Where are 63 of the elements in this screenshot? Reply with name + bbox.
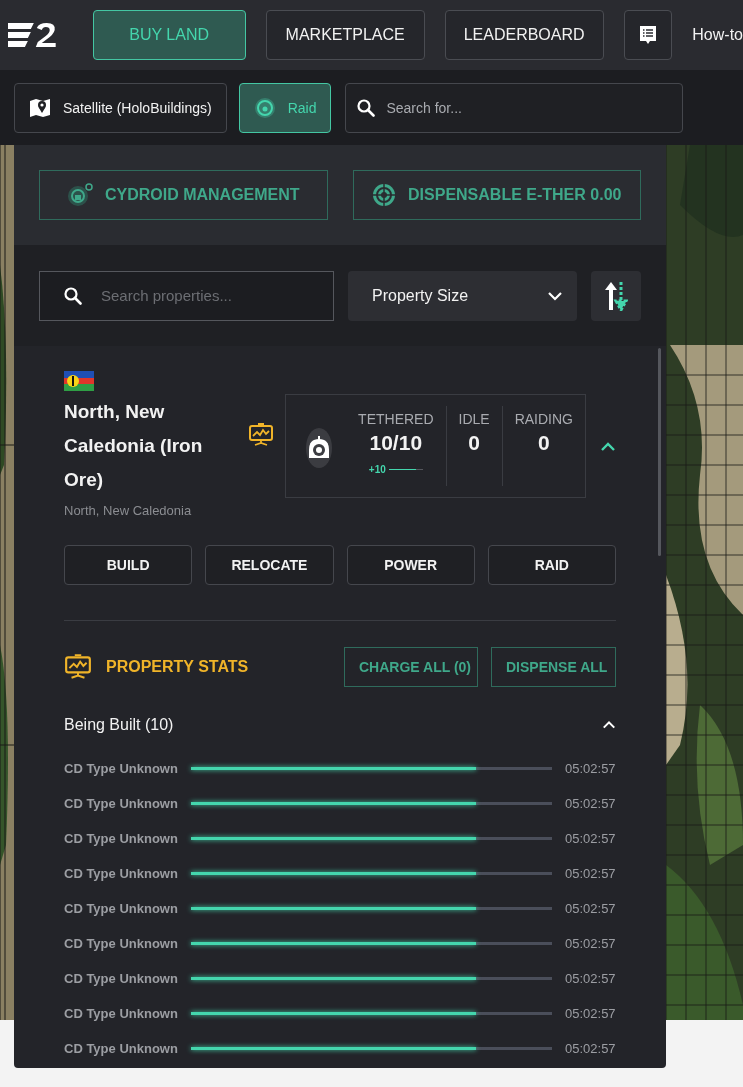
item-name: CD Type Unknown	[64, 971, 179, 986]
sort-arrows-icon	[604, 280, 629, 311]
time-remaining: 05:02:57	[565, 1041, 616, 1056]
search-field[interactable]: Search properties...	[39, 270, 334, 321]
time-remaining: 05:02:57	[565, 971, 616, 986]
stat-value: 10/10	[369, 431, 423, 455]
search-icon	[357, 98, 376, 117]
chevron-icon	[602, 719, 616, 731]
property-action-button[interactable]: RELOCATE	[205, 545, 334, 585]
item-name: CD Type Unknown	[64, 866, 179, 881]
time-remaining: 05:02:57	[565, 936, 616, 951]
property-action-button[interactable]: RAID	[487, 545, 616, 585]
document-button[interactable]	[623, 10, 673, 60]
sort-dropdown[interactable]: Property Size	[348, 270, 578, 321]
item-name: CD Type Unknown	[64, 936, 179, 951]
action-button[interactable]: DISPENSABLE E-THER 0.00	[352, 170, 641, 220]
time-remaining: 05:02:57	[565, 761, 616, 776]
time-remaining: 05:02:57	[565, 1006, 616, 1021]
raid-button[interactable]: Raid	[238, 82, 332, 133]
action-button[interactable]: CYDROID MANAGEMENT	[39, 170, 328, 220]
property-action-button[interactable]: BUILD	[64, 545, 193, 585]
search-field[interactable]: Search for...	[345, 82, 684, 133]
stats-action-button[interactable]: CHARGE ALL (0)	[344, 647, 478, 687]
property-location: North, New Caledonia	[64, 503, 193, 518]
flag-icon	[64, 371, 94, 391]
chart-icon	[64, 654, 92, 680]
item-name: CD Type Unknown	[64, 901, 179, 916]
stat-change: +10	[368, 464, 386, 475]
collapse-button[interactable]	[602, 719, 616, 731]
nav-tab[interactable]: BUY LAND	[92, 10, 246, 60]
target-icon	[372, 183, 397, 207]
item-name: CD Type Unknown	[64, 761, 179, 776]
chart-icon	[248, 423, 274, 447]
nav-tab[interactable]: MARKETPLACE	[265, 10, 425, 60]
stats-action-button[interactable]: DISPENSE ALL	[491, 647, 616, 687]
map-layer-button[interactable]: Satellite (HoloBuildings)	[14, 82, 227, 133]
logo-icon[interactable]	[8, 21, 57, 49]
document-icon	[638, 25, 657, 45]
chevron-down-icon	[547, 290, 564, 301]
stat-value: 0	[468, 431, 480, 455]
item-name: CD Type Unknown	[64, 831, 179, 846]
stat-value: 0	[538, 431, 550, 455]
chevron-icon	[600, 441, 616, 453]
item-name: CD Type Unknown	[64, 1006, 179, 1021]
sort-order-button[interactable]	[591, 270, 641, 321]
item-name: CD Type Unknown	[64, 796, 179, 811]
time-remaining: 05:02:57	[565, 901, 616, 916]
how-to-link[interactable]: How-to	[692, 26, 743, 44]
property-title: North, New Caledonia (Iron Ore)	[64, 400, 204, 492]
item-name: CD Type Unknown	[64, 1041, 179, 1056]
collapse-button[interactable]	[600, 441, 616, 453]
time-remaining: 05:02:57	[565, 796, 616, 811]
group-title: Being Built (10)	[64, 716, 174, 734]
map-pin-icon	[29, 97, 51, 118]
search-icon	[64, 286, 82, 305]
time-remaining: 05:02:57	[565, 831, 616, 846]
section-title: PROPERTY STATS	[106, 658, 250, 676]
time-remaining: 05:02:57	[565, 866, 616, 881]
nav-tab[interactable]: LEADERBOARD	[444, 10, 604, 60]
stat-label: IDLE	[458, 411, 490, 427]
property-action-button[interactable]: POWER	[346, 545, 475, 585]
stat-label: TETHERED	[358, 411, 434, 427]
stat-label: RAIDING	[514, 411, 573, 427]
